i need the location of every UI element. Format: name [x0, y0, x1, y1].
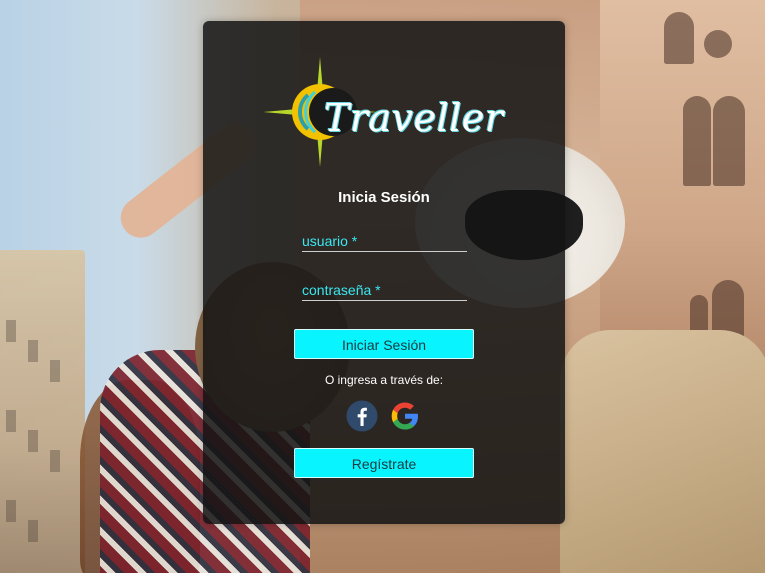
username-input[interactable] — [302, 233, 467, 251]
social-login-label: O ingresa a través de: — [324, 373, 444, 387]
brand-name: Traveller — [324, 96, 504, 140]
login-button[interactable]: Iniciar Sesión — [294, 329, 474, 359]
login-card: Traveller Inicia Sesión Iniciar Sesión O… — [203, 21, 565, 524]
google-login-button[interactable] — [389, 400, 421, 432]
facebook-icon — [346, 400, 378, 432]
background-backpack — [560, 330, 765, 573]
username-field — [302, 233, 467, 252]
login-title: Inicia Sesión — [338, 189, 430, 206]
background-building-left — [0, 250, 85, 573]
google-icon — [391, 402, 418, 430]
password-input[interactable] — [302, 282, 467, 300]
background-tower — [600, 0, 765, 380]
password-field — [302, 282, 467, 301]
register-button[interactable]: Regístrate — [294, 448, 474, 478]
facebook-login-button[interactable] — [346, 400, 378, 432]
